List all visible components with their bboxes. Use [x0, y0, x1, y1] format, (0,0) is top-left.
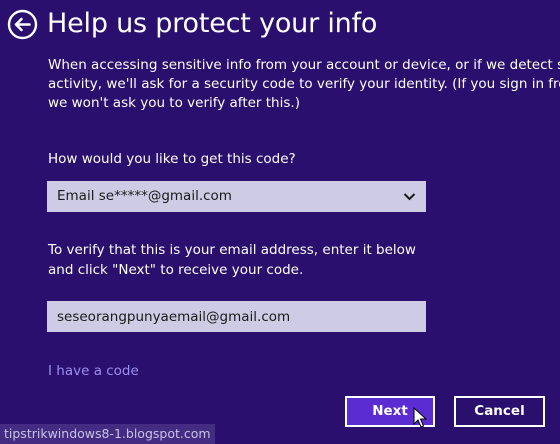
description-line-1: When accessing sensitive info from your …	[48, 57, 560, 73]
selected-method-value: Email se*****@gmail.com	[57, 188, 232, 204]
have-code-link[interactable]: I have a code	[48, 362, 139, 381]
chevron-down-icon	[403, 193, 416, 201]
back-button[interactable]	[7, 9, 38, 40]
description-text: When accessing sensitive info from your …	[48, 56, 560, 113]
verify-instruction-line-2: and click "Next" to receive your code.	[48, 262, 304, 278]
description-line-3: we won't ask you to verify after this.)	[48, 95, 300, 111]
cancel-button[interactable]: Cancel	[454, 396, 545, 427]
mouse-pointer-icon	[413, 407, 427, 428]
email-field[interactable]	[47, 301, 426, 332]
description-line-2: activity, we'll ask for a security code …	[48, 76, 560, 92]
verification-method-select[interactable]: Email se*****@gmail.com	[47, 181, 426, 212]
verify-instruction-line-1: To verify that this is your email addres…	[48, 242, 416, 258]
page-title: Help us protect your info	[47, 8, 378, 39]
watermark-text: tipstrikwindows8-1.blogspot.com	[0, 424, 215, 444]
back-arrow-circle-icon	[7, 9, 38, 40]
method-question-label: How would you like to get this code?	[48, 151, 296, 167]
